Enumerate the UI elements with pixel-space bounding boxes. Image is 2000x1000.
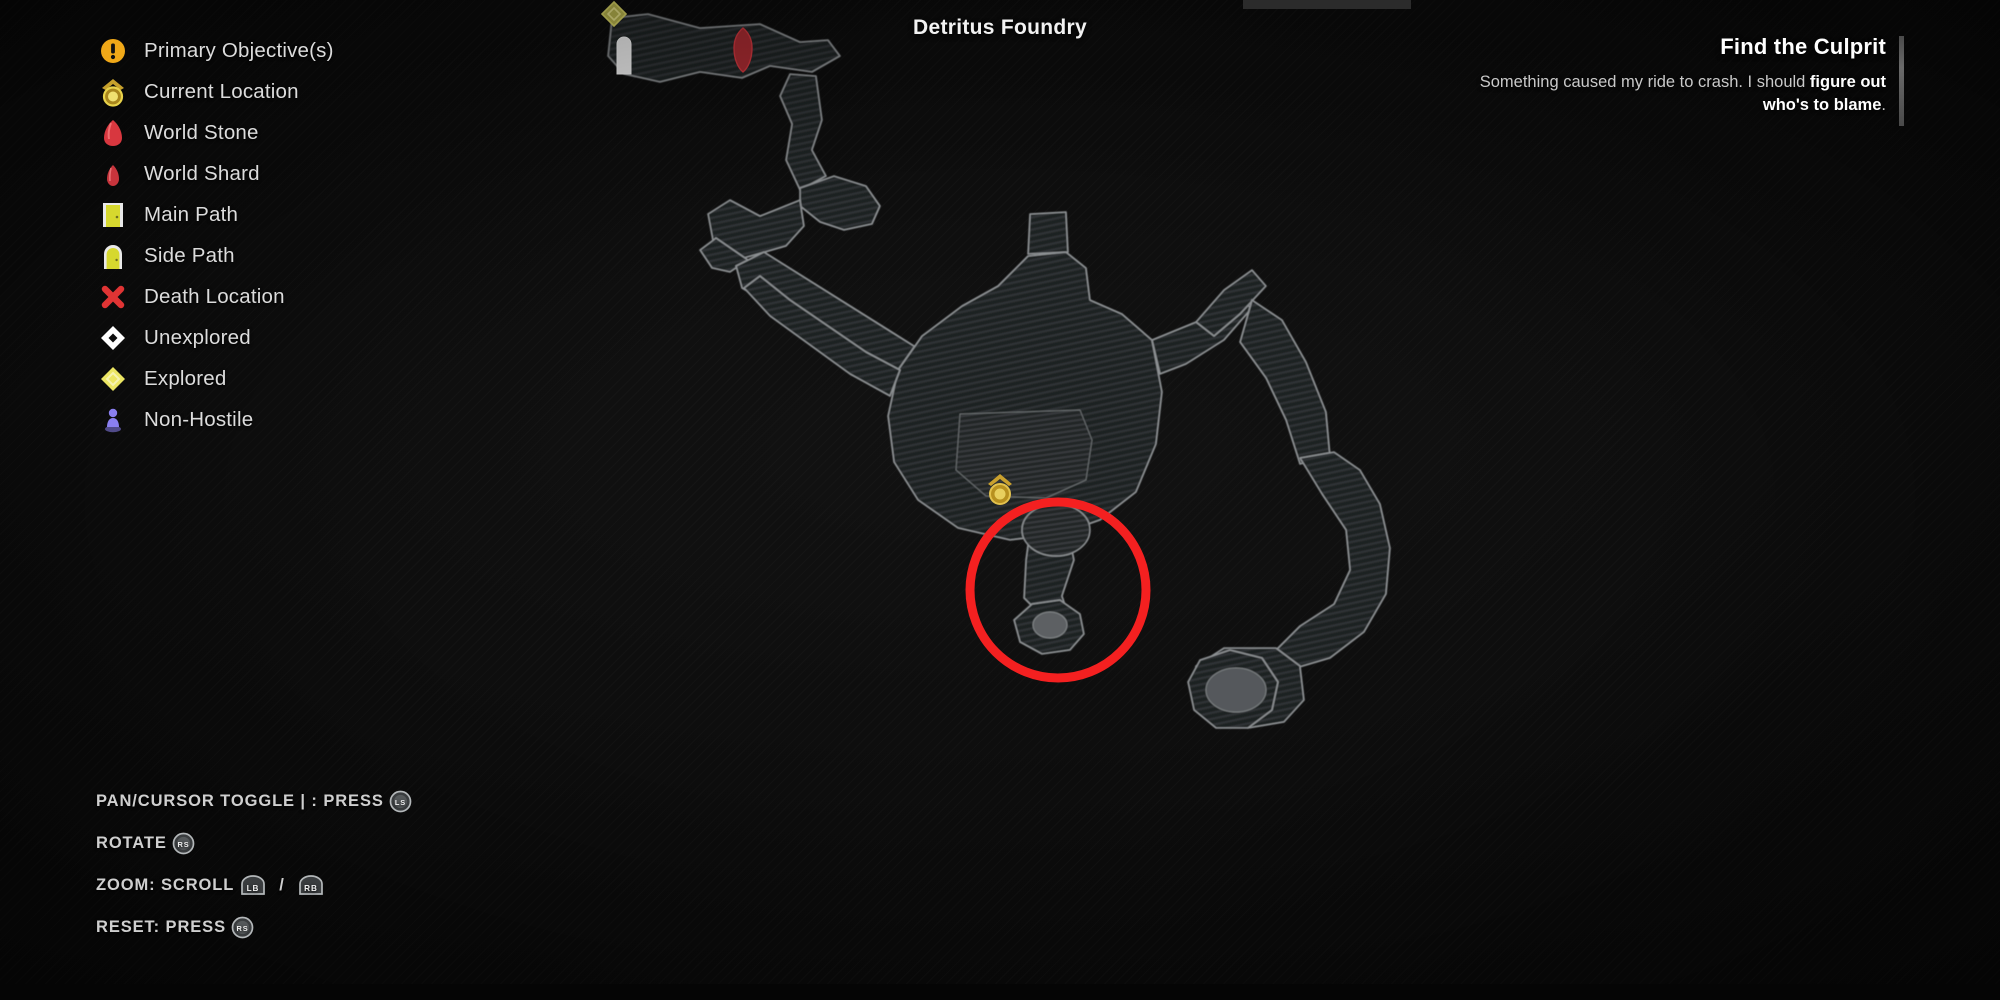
control-hint-row: ZOOM: SCROLL LB / RB — [96, 864, 716, 906]
quest-desc-tail: . — [1881, 96, 1886, 115]
current-location-medallion-icon — [96, 75, 130, 109]
legend-item-label: World Shard — [144, 161, 260, 185]
legend-item-death-location: Death Location — [96, 276, 426, 317]
svg-text:RS: RS — [236, 924, 248, 933]
svg-text:RS: RS — [177, 840, 189, 849]
exclamation-circle-icon — [96, 34, 130, 68]
legend-item-world-shard: World Shard — [96, 153, 426, 194]
legend-item-primary-objective-s: Primary Objective(s) — [96, 30, 426, 71]
gamepad-rs-button-icon[interactable]: RS — [171, 831, 196, 856]
death-cross-icon — [96, 280, 130, 314]
legend-item-world-stone: World Stone — [96, 112, 426, 153]
svg-text:LS: LS — [395, 798, 406, 807]
legend-item-main-path: Main Path — [96, 194, 426, 235]
top-progress-strip — [1243, 0, 1411, 9]
legend-item-label: Current Location — [144, 79, 299, 103]
control-hint-label: ZOOM: SCROLL — [96, 875, 235, 894]
control-hint-row: ROTATE RS — [96, 822, 716, 864]
map-marker-current-location[interactable] — [982, 472, 1018, 506]
quest-panel: Find the Culprit Something caused my rid… — [1466, 34, 1900, 118]
control-hint-row: RESET: PRESS RS — [96, 906, 716, 948]
legend-item-label: Side Path — [144, 243, 235, 267]
legend-item-label: Explored — [144, 366, 227, 390]
control-hint-row: PAN/CURSOR TOGGLE | : PRESS LS — [96, 780, 716, 822]
quest-description: Something caused my ride to crash. I sho… — [1466, 71, 1886, 118]
legend-item-label: Death Location — [144, 284, 285, 308]
legend-item-side-path: Side Path — [96, 235, 426, 276]
legend-item-non-hostile: Non-Hostile — [96, 399, 426, 440]
svg-text:LB: LB — [247, 884, 260, 893]
quest-title: Find the Culprit — [1720, 34, 1886, 59]
control-hint-label: PAN/CURSOR TOGGLE | : PRESS — [96, 791, 384, 810]
bottom-letterbox-band — [0, 984, 2000, 1000]
unexplored-diamond-icon — [96, 321, 130, 355]
svg-text:RB: RB — [304, 884, 318, 893]
gamepad-rs-button-icon[interactable]: RS — [230, 915, 255, 940]
gamepad-ls-button-icon[interactable]: LS — [388, 789, 413, 814]
legend-item-unexplored: Unexplored — [96, 317, 426, 358]
gamepad-rb-button-icon[interactable]: RB — [296, 874, 326, 897]
non-hostile-figure-icon — [96, 403, 130, 437]
control-hint-label: RESET: PRESS — [96, 917, 226, 936]
quest-desc-normal: Something caused my ride to crash. I sho… — [1479, 73, 1810, 91]
control-hint-separator: / — [279, 875, 285, 894]
map-screen: Detritus Foundry Primary Objective(s) Cu… — [0, 0, 2000, 1000]
main-path-door-icon — [96, 198, 130, 232]
legend-item-label: Non-Hostile — [144, 407, 254, 431]
world-shard-icon — [96, 157, 130, 191]
legend-item-label: World Stone — [144, 120, 259, 144]
control-hints: PAN/CURSOR TOGGLE | : PRESS LS ROTATE RS Z… — [96, 780, 716, 948]
world-stone-icon — [96, 116, 130, 150]
control-hint-label: ROTATE — [96, 833, 167, 852]
map-legend: Primary Objective(s) Current Location Wor… — [96, 30, 426, 440]
side-path-door-icon — [96, 239, 130, 273]
legend-item-current-location: Current Location — [96, 71, 426, 112]
legend-item-label: Main Path — [144, 202, 239, 226]
legend-item-label: Primary Objective(s) — [144, 38, 334, 62]
legend-item-explored: Explored — [96, 358, 426, 399]
legend-item-label: Unexplored — [144, 325, 251, 349]
gamepad-lb-button-icon[interactable]: LB — [238, 874, 268, 897]
explored-diamond-icon — [96, 362, 130, 396]
